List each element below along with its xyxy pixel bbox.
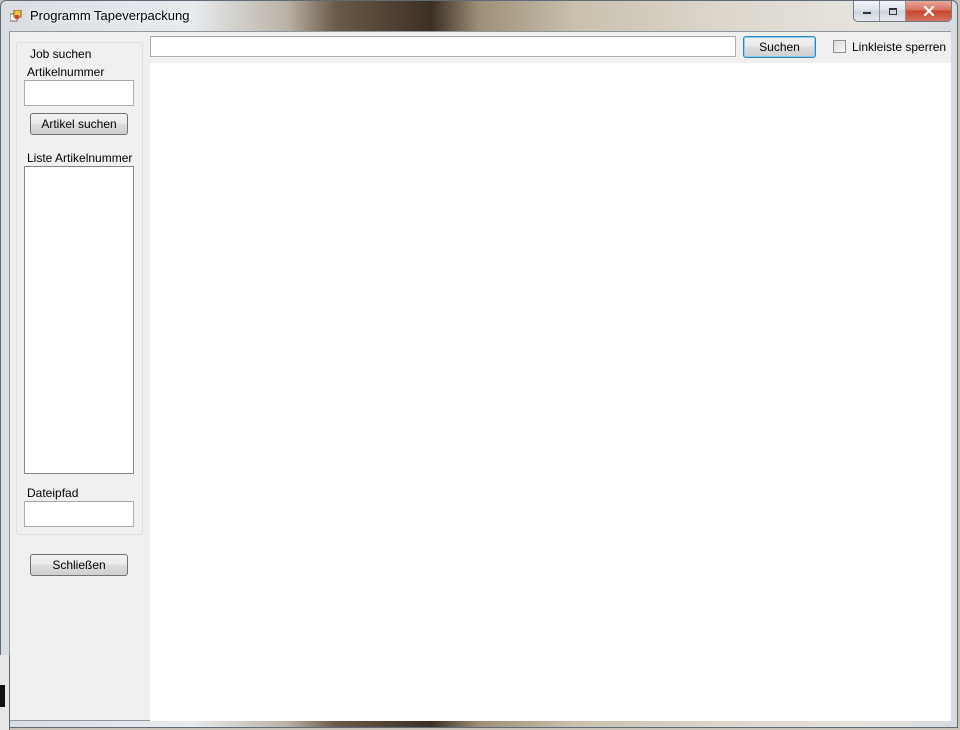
- web-browser-view[interactable]: [150, 63, 951, 721]
- app-icon: [10, 10, 22, 22]
- artikelnummer-input[interactable]: [24, 80, 134, 106]
- suchen-button[interactable]: Suchen: [743, 36, 816, 58]
- artikel-suchen-button[interactable]: Artikel suchen: [30, 113, 128, 135]
- window-title: Programm Tapeverpackung: [30, 8, 190, 23]
- url-input[interactable]: [150, 36, 736, 57]
- linkleiste-label[interactable]: Linkleiste sperren: [852, 40, 946, 54]
- client-area: Job suchen Artikelnummer Artikel suchen …: [9, 31, 951, 721]
- maximize-icon: [888, 7, 897, 15]
- minimize-icon: [862, 12, 871, 14]
- job-suchen-title: Job suchen: [29, 47, 93, 61]
- background-window-edge: [0, 655, 10, 730]
- linkleiste-checkbox[interactable]: [833, 40, 846, 53]
- artikelnummer-label: Artikelnummer: [27, 65, 105, 79]
- background-window-fragment: [0, 685, 5, 707]
- artikelnummer-listbox[interactable]: [24, 166, 134, 474]
- title-bar[interactable]: Programm Tapeverpackung: [1, 1, 957, 31]
- liste-artikelnummer-label: Liste Artikelnummer: [27, 151, 133, 165]
- top-toolbar: Suchen Linkleiste sperren: [150, 32, 951, 63]
- main-window: Programm Tapeverpackung Job suchen Artik…: [0, 0, 958, 728]
- dateipfad-label: Dateipfad: [27, 486, 79, 500]
- minimize-button[interactable]: [854, 1, 880, 21]
- schliessen-button[interactable]: Schließen: [30, 554, 128, 576]
- caption-buttons: [853, 1, 952, 22]
- maximize-button[interactable]: [880, 1, 906, 21]
- close-button[interactable]: [906, 1, 951, 21]
- close-icon: [923, 6, 934, 16]
- dateipfad-input[interactable]: [24, 501, 134, 527]
